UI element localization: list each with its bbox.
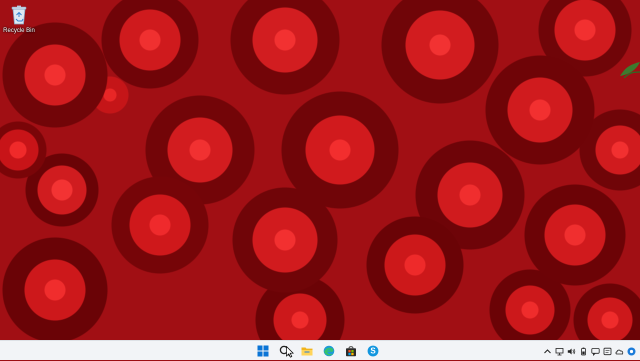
- skype-button[interactable]: S: [364, 342, 382, 360]
- recycle-bin-shortcut[interactable]: Recycle Bin: [2, 3, 36, 41]
- meet-now-button[interactable]: [591, 347, 600, 356]
- start-button[interactable]: [254, 342, 272, 360]
- network-button[interactable]: [555, 347, 564, 356]
- mouse-cursor-icon: [286, 346, 294, 358]
- desktop-icon-label: Recycle Bin: [3, 28, 35, 34]
- network-icon: [555, 347, 564, 355]
- battery-icon: [581, 347, 586, 355]
- chat-icon: [591, 347, 600, 356]
- store-button[interactable]: [342, 342, 360, 360]
- onedrive-button[interactable]: [615, 347, 624, 356]
- notification-button[interactable]: [603, 347, 612, 356]
- edge-button[interactable]: [320, 342, 338, 360]
- taskbar: S: [0, 340, 640, 360]
- help-button[interactable]: [627, 347, 636, 356]
- skype-icon: S: [367, 345, 379, 357]
- speaker-icon: [567, 348, 576, 354]
- edge-icon: [323, 345, 335, 357]
- recycle-bin-icon: [11, 5, 27, 25]
- notification-icon: [603, 347, 612, 355]
- taskbar-apps: S: [254, 341, 382, 361]
- cloud-icon: [615, 349, 624, 354]
- show-hidden-icons-button[interactable]: [543, 347, 552, 356]
- chevron-up-icon: [544, 348, 551, 353]
- skype-letter: S: [370, 347, 376, 356]
- store-icon: [346, 346, 356, 357]
- system-tray: [543, 341, 636, 361]
- green-leaf-decoration: [620, 62, 640, 79]
- battery-button[interactable]: [579, 347, 588, 356]
- help-icon: [627, 347, 636, 355]
- desktop-wallpaper: Recycle Bin: [0, 0, 640, 340]
- windows-logo-icon: [257, 345, 269, 357]
- volume-button[interactable]: [567, 347, 576, 356]
- file-explorer-button[interactable]: [298, 342, 316, 360]
- folder-icon: [301, 347, 313, 356]
